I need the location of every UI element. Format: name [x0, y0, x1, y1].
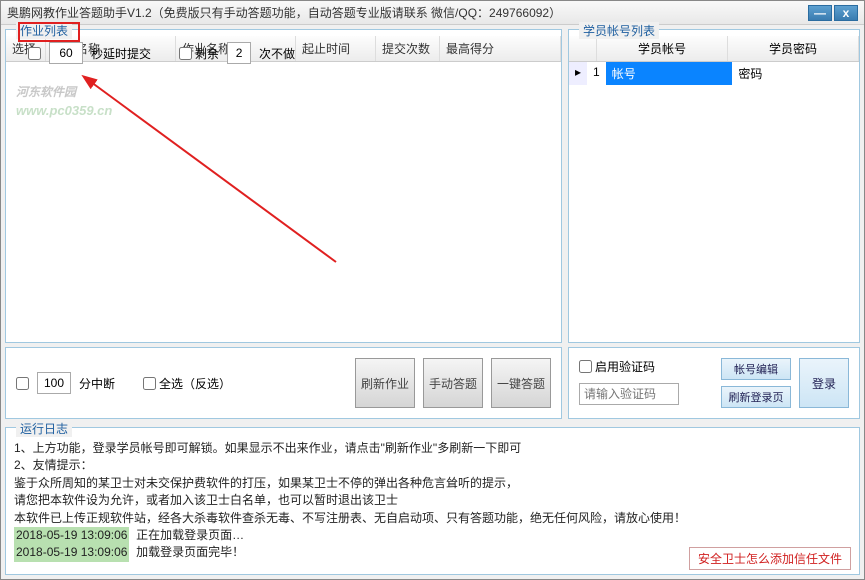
break-label: 分中断 — [79, 375, 115, 392]
controls-row: 分中断 全选（反选） 刷新作业 手动答题 一键答题 秒延时提交 剩余 次不做 — [5, 347, 562, 419]
col-acct-idx[interactable] — [569, 36, 597, 61]
captcha-input[interactable] — [579, 383, 679, 405]
homework-table-body: 河东软件园 www.pc0359.cn — [6, 62, 561, 342]
titlebar: 奥鹏网教作业答题助手V1.2（免费版只有手动答题功能，自动答题专业版请联系 微信… — [1, 1, 864, 25]
col-acct[interactable]: 学员帐号 — [597, 36, 728, 61]
refresh-login-button[interactable]: 刷新登录页 — [721, 386, 791, 408]
annotation-arrow — [6, 62, 546, 362]
row-password[interactable]: 密码 — [732, 62, 859, 85]
manual-answer-button[interactable]: 手动答题 — [423, 358, 483, 408]
row-account[interactable]: 帐号 — [606, 62, 733, 85]
login-box: 启用验证码 帐号编辑 刷新登录页 登录 — [568, 347, 860, 419]
login-button[interactable]: 登录 — [799, 358, 849, 408]
break-value[interactable] — [37, 372, 71, 394]
edit-account-button[interactable]: 帐号编辑 — [721, 358, 791, 380]
remain-checkbox[interactable]: 剩余 — [179, 45, 219, 62]
table-row[interactable]: ▸ 1 帐号 密码 — [569, 62, 859, 85]
refresh-homework-button[interactable]: 刷新作业 — [355, 358, 415, 408]
account-group-title: 学员帐号列表 — [579, 22, 659, 39]
log-group: 运行日志 1、上方功能，登录学员帐号即可解锁。如果显示不出来作业，请点击"刷新作… — [5, 427, 860, 575]
close-button[interactable]: x — [834, 5, 858, 21]
delay-checkbox[interactable] — [28, 47, 41, 60]
remain-suffix: 次不做 — [259, 45, 295, 62]
window-title: 奥鹏网教作业答题助手V1.2（免费版只有手动答题功能，自动答题专业版请联系 微信… — [7, 4, 808, 21]
homework-list-group: 作业列表 选择 课程名称 作业名称 起止时间 提交次数 最高得分 河东软件园 w… — [5, 29, 562, 343]
delay-value[interactable] — [49, 42, 83, 64]
delay-label: 秒延时提交 — [91, 45, 151, 62]
watermark: 河东软件园 www.pc0359.cn — [16, 72, 112, 118]
homework-group-title: 作业列表 — [16, 22, 72, 39]
minimize-button[interactable]: — — [808, 5, 832, 21]
col-best[interactable]: 最高得分 — [440, 36, 561, 61]
enable-captcha-checkbox[interactable]: 启用验证码 — [579, 358, 713, 375]
auto-answer-button[interactable]: 一键答题 — [491, 358, 551, 408]
col-submits[interactable]: 提交次数 — [376, 36, 440, 61]
remain-value[interactable] — [227, 42, 251, 64]
row-selector-icon: ▸ — [569, 62, 587, 85]
account-list-group: 学员帐号列表 学员帐号 学员密码 ▸ 1 帐号 密码 — [568, 29, 860, 343]
trust-file-link[interactable]: 安全卫士怎么添加信任文件 — [689, 547, 851, 570]
break-checkbox[interactable] — [16, 377, 29, 390]
selectall-checkbox[interactable]: 全选（反选） — [143, 375, 231, 392]
log-group-title: 运行日志 — [16, 420, 72, 437]
row-index: 1 — [587, 62, 606, 85]
col-deadline[interactable]: 起止时间 — [296, 36, 376, 61]
col-pwd[interactable]: 学员密码 — [728, 36, 859, 61]
account-table-header: 学员帐号 学员密码 — [569, 36, 859, 62]
